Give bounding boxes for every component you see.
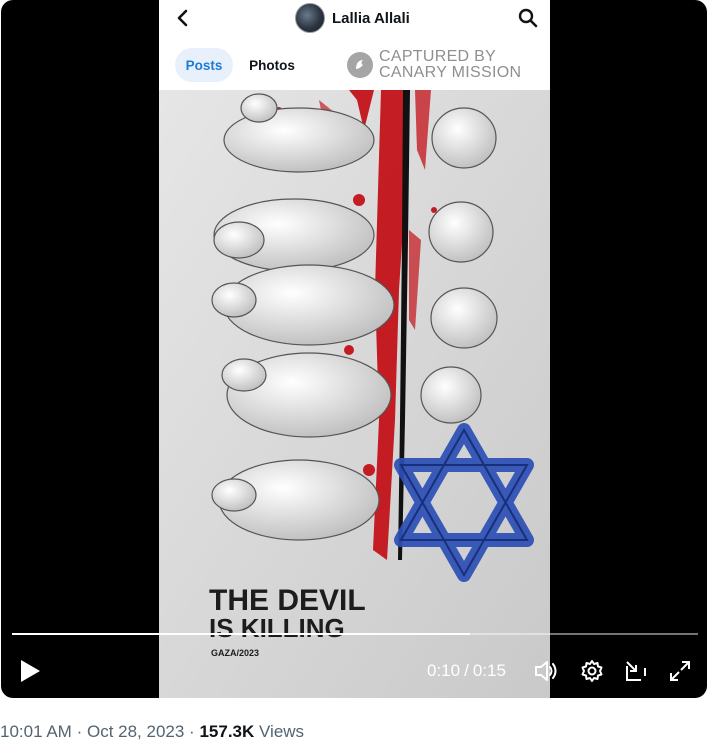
tab-posts[interactable]: Posts [175, 48, 233, 82]
profile-header: Lallia Allali Posts Photos CAPTURED BY C… [159, 0, 550, 90]
artwork-image: THE DEVIL IS KILLING GAZA/2023 [159, 90, 550, 698]
embedded-screenshot: Lallia Allali Posts Photos CAPTURED BY C… [159, 0, 550, 698]
meta-separator: · [189, 722, 195, 741]
volume-icon[interactable] [533, 658, 559, 684]
fullscreen-icon[interactable] [667, 658, 693, 684]
views-label: Views [259, 722, 305, 741]
settings-icon[interactable] [579, 658, 605, 684]
watermark-text: CAPTURED BY CANARY MISSION [379, 49, 521, 81]
avatar[interactable] [295, 3, 325, 33]
tweet-date[interactable]: Oct 28, 2023 [87, 722, 184, 741]
pip-icon[interactable] [623, 658, 649, 684]
video-player[interactable]: Lallia Allali Posts Photos CAPTURED BY C… [1, 0, 707, 698]
watermark-line-1: CAPTURED BY [379, 48, 497, 65]
tweet-time[interactable]: 10:01 AM [0, 722, 72, 741]
tweet-metadata: 10:01 AM · Oct 28, 2023 · 157.3K Views [0, 722, 304, 742]
time-readout: 0:10 / 0:15 [427, 661, 506, 681]
watermark: CAPTURED BY CANARY MISSION [347, 49, 521, 81]
views-count: 157.3K [199, 722, 255, 741]
profile-name: Lallia Allali [332, 9, 410, 27]
tab-photos[interactable]: Photos [243, 48, 301, 82]
artwork-caption: GAZA/2023 [211, 648, 259, 658]
artwork-title-2: IS KILLING [209, 613, 345, 643]
play-icon[interactable] [17, 658, 43, 684]
progress-bar[interactable] [12, 633, 698, 635]
canary-logo-icon [347, 52, 373, 78]
progress-fill [12, 633, 470, 635]
watermark-line-2: CANARY MISSION [379, 64, 522, 81]
duration: 0:15 [472, 661, 506, 680]
meta-separator: · [76, 722, 83, 741]
profile-title: Lallia Allali [295, 3, 410, 33]
back-arrow-icon[interactable] [171, 6, 193, 30]
search-icon[interactable] [516, 6, 540, 30]
time-separator: / [464, 661, 469, 680]
current-time: 0:10 [427, 661, 461, 680]
